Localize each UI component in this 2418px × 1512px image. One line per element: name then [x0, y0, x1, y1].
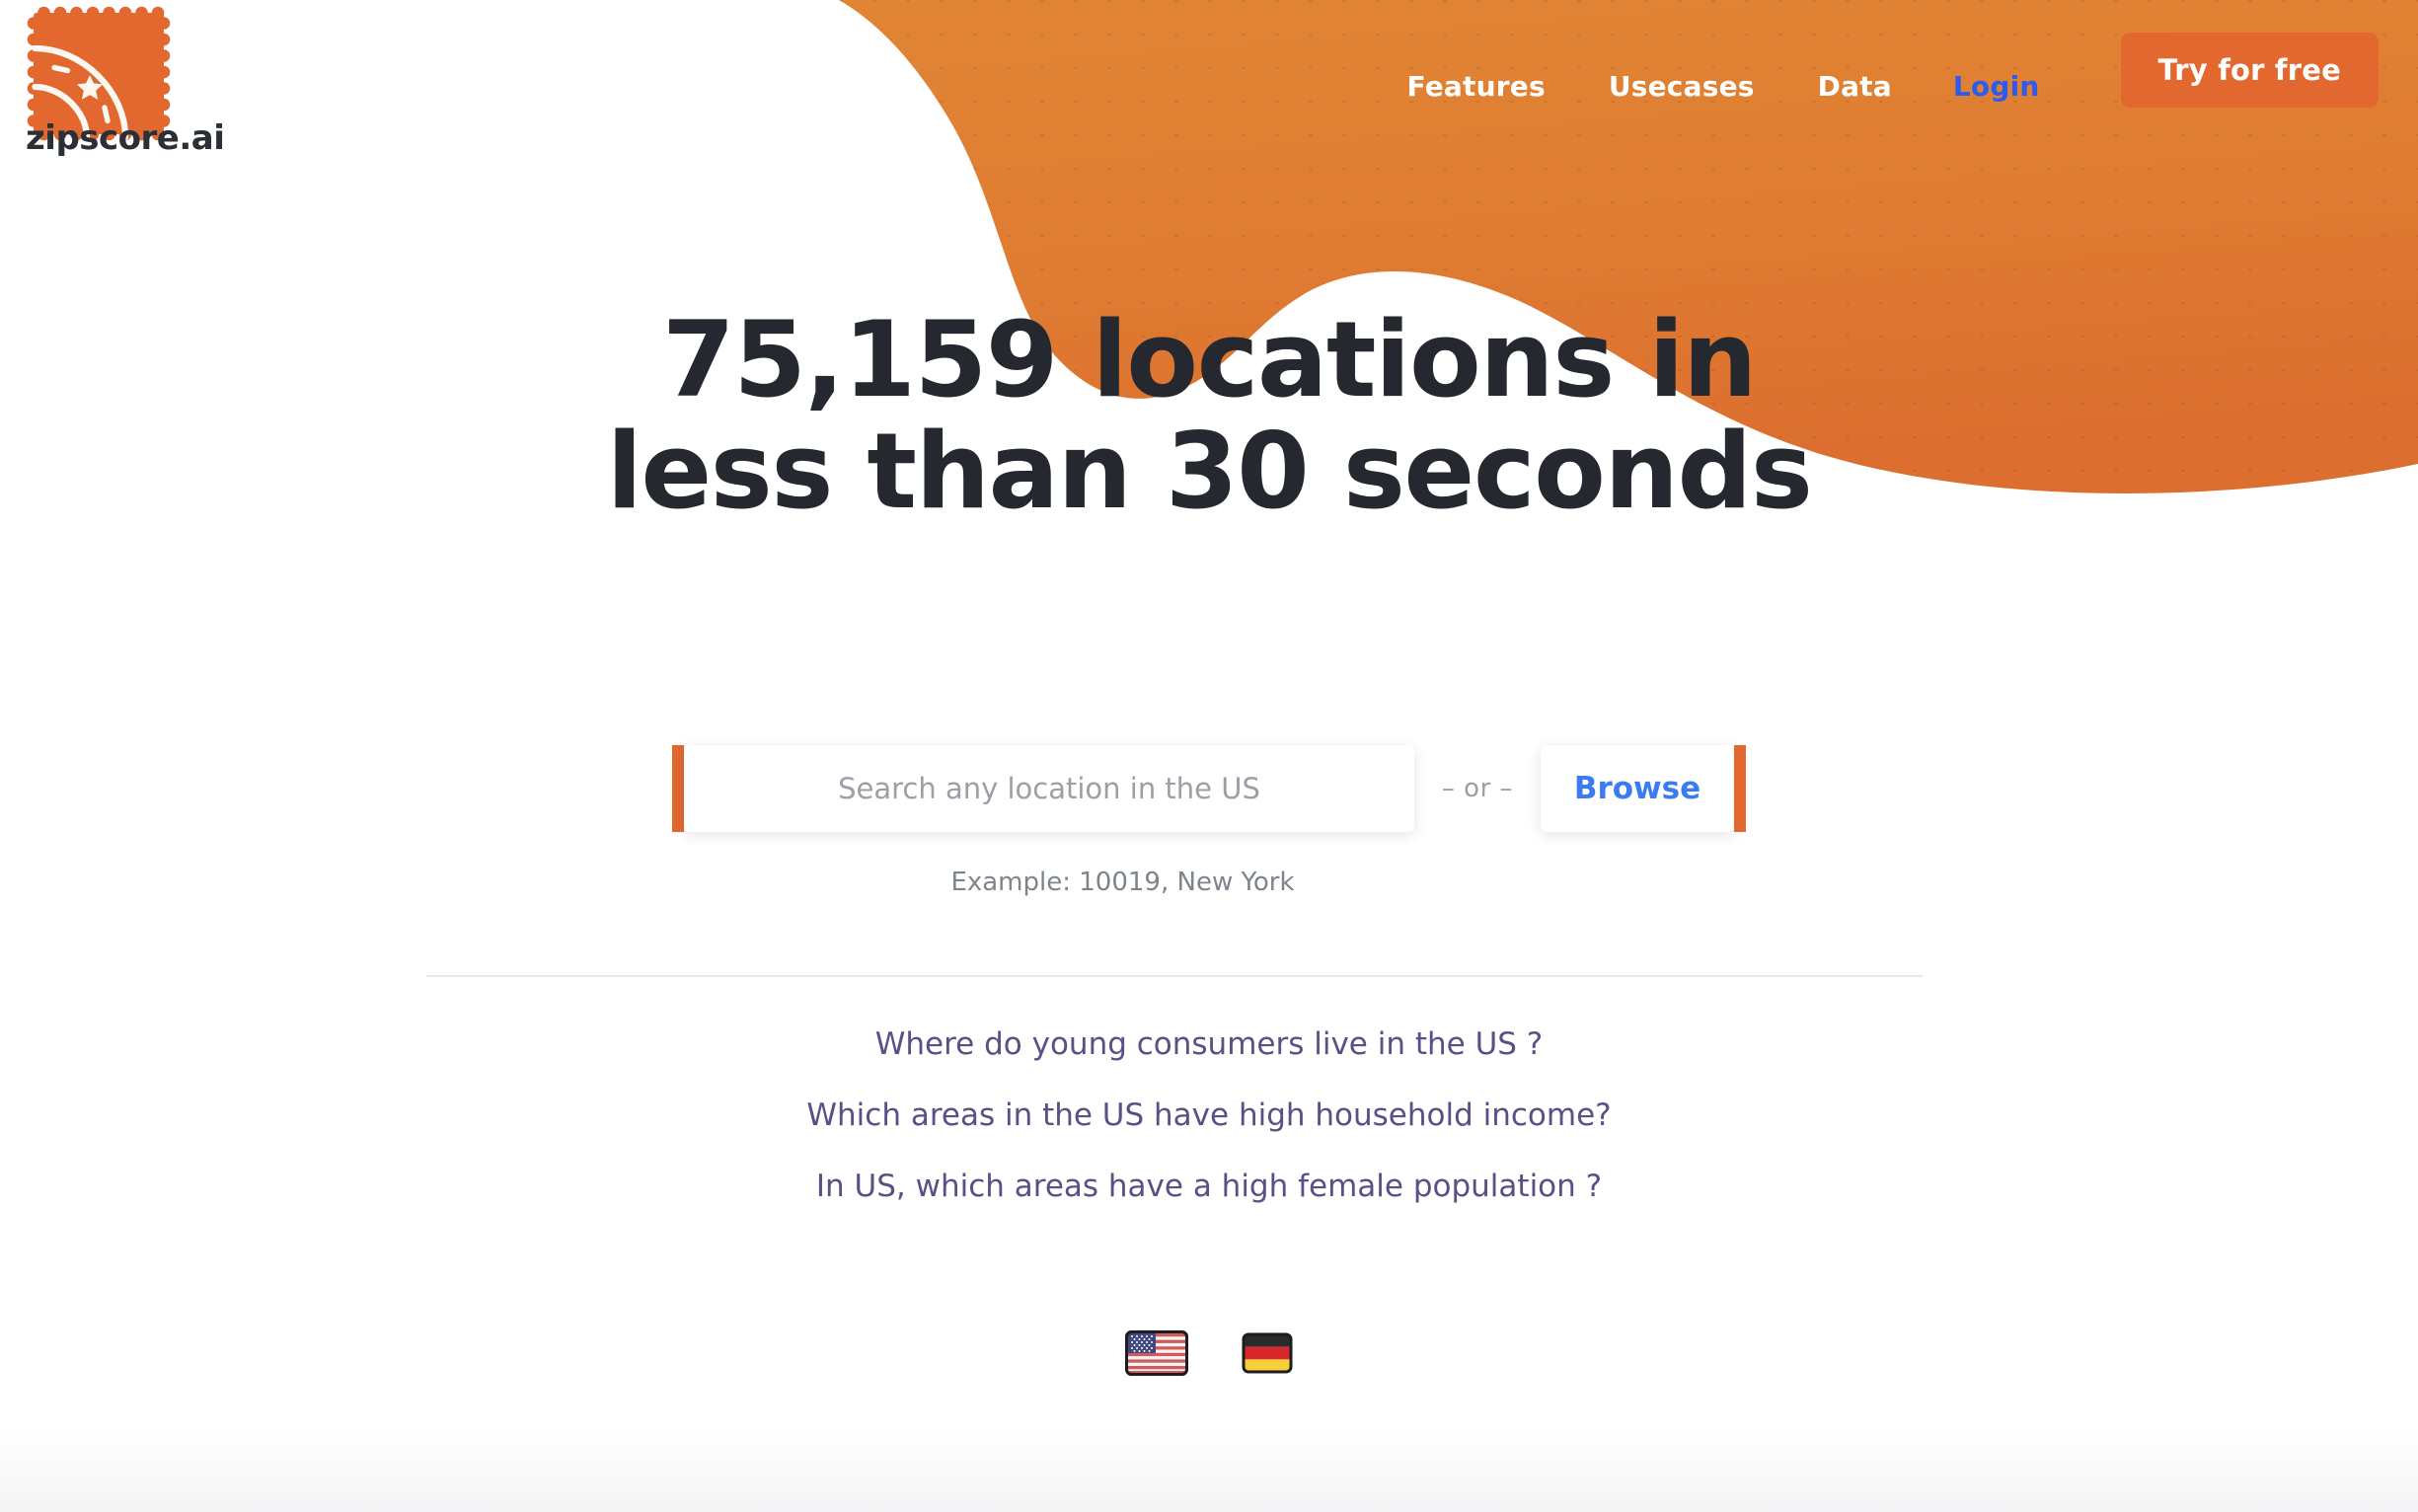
- try-for-free-button[interactable]: Try for free: [2120, 33, 2379, 108]
- browse-group: Browse: [1541, 745, 1746, 832]
- language-option-us[interactable]: [1125, 1330, 1188, 1376]
- nav-item-usecases[interactable]: Usecases: [1577, 73, 1786, 101]
- suggested-questions: Where do young consumers live in the US …: [0, 1026, 2418, 1204]
- nav-item-data[interactable]: Data: [1786, 73, 1924, 101]
- flag-us-icon: [1125, 1330, 1188, 1376]
- search-left-accent-bar: [672, 745, 684, 832]
- page-root: zipscore.ai Features Usecases Data Login…: [0, 0, 2418, 1512]
- brand-name: zipscore.ai: [26, 118, 225, 158]
- language-option-de[interactable]: [1242, 1332, 1293, 1374]
- question-link-household-income[interactable]: Which areas in the US have high househol…: [0, 1097, 2418, 1133]
- nav-item-login[interactable]: Login: [1924, 73, 2076, 101]
- site-header: zipscore.ai Features Usecases Data Login…: [0, 0, 2418, 158]
- page-bottom-band: [0, 1423, 2418, 1512]
- browse-button[interactable]: Browse: [1541, 745, 1734, 832]
- question-link-young-consumers[interactable]: Where do young consumers live in the US …: [0, 1026, 2418, 1062]
- main-navigation: Features Usecases Data Login Try for fre…: [1376, 33, 2379, 124]
- nav-item-features[interactable]: Features: [1376, 73, 1577, 101]
- section-divider: [426, 975, 1923, 977]
- language-switcher: [0, 1330, 2418, 1376]
- flag-de-icon: [1242, 1332, 1293, 1374]
- headline-line-2: less than 30 seconds: [606, 411, 1813, 533]
- search-field-wrapper: [684, 745, 1414, 832]
- brand-logo[interactable]: zipscore.ai: [16, 4, 243, 158]
- search-example-hint: Example: 10019, New York: [950, 868, 1295, 897]
- search-input-group: [672, 745, 1414, 832]
- search-row: – or – Browse: [0, 745, 2418, 832]
- search-section: – or – Browse Example: 10019, New York: [0, 745, 2418, 897]
- question-link-female-population[interactable]: In US, which areas have a high female po…: [0, 1169, 2418, 1204]
- headline-line-1: 75,159 locations in: [661, 299, 1758, 420]
- page-title: 75,159 locations in less than 30 seconds: [0, 304, 2418, 528]
- search-input[interactable]: [684, 745, 1414, 832]
- browse-right-accent-bar: [1734, 745, 1746, 832]
- or-separator: – or –: [1441, 774, 1514, 803]
